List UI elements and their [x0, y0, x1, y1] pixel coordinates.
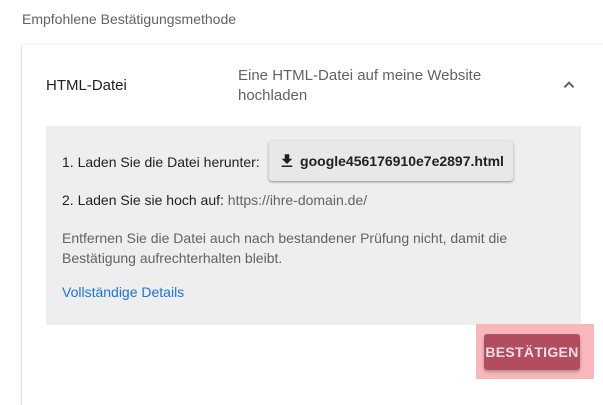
step2-line: 2. Laden Sie sie hoch auf: https://ihre-… — [62, 192, 367, 208]
full-details-link[interactable]: Vollständige Details — [62, 284, 184, 300]
confirm-button[interactable]: BESTÄTIGEN — [484, 334, 580, 370]
download-file-button[interactable]: google456176910e7e2897.html — [269, 141, 513, 181]
instructions-panel: 1. Laden Sie die Datei herunter: google4… — [46, 126, 581, 325]
download-icon — [281, 154, 293, 167]
step2-url: https://ihre-domain.de/ — [227, 192, 368, 208]
method-header[interactable]: HTML-Datei Eine HTML-Datei auf meine Web… — [22, 45, 602, 125]
step1-label: 1. Laden Sie die Datei herunter: — [62, 154, 260, 170]
method-name: HTML-Datei — [46, 77, 127, 94]
info-text: Entfernen Sie die Datei auch nach bestan… — [62, 230, 508, 266]
method-description: Eine HTML-Datei auf meine Website hochla… — [238, 67, 482, 104]
step2-label: 2. Laden Sie sie hoch auf: — [62, 192, 224, 208]
section-title: Empfohlene Bestätigungsmethode — [22, 11, 237, 27]
download-filename: google456176910e7e2897.html — [300, 153, 504, 169]
chevron-up-icon[interactable] — [558, 74, 580, 96]
